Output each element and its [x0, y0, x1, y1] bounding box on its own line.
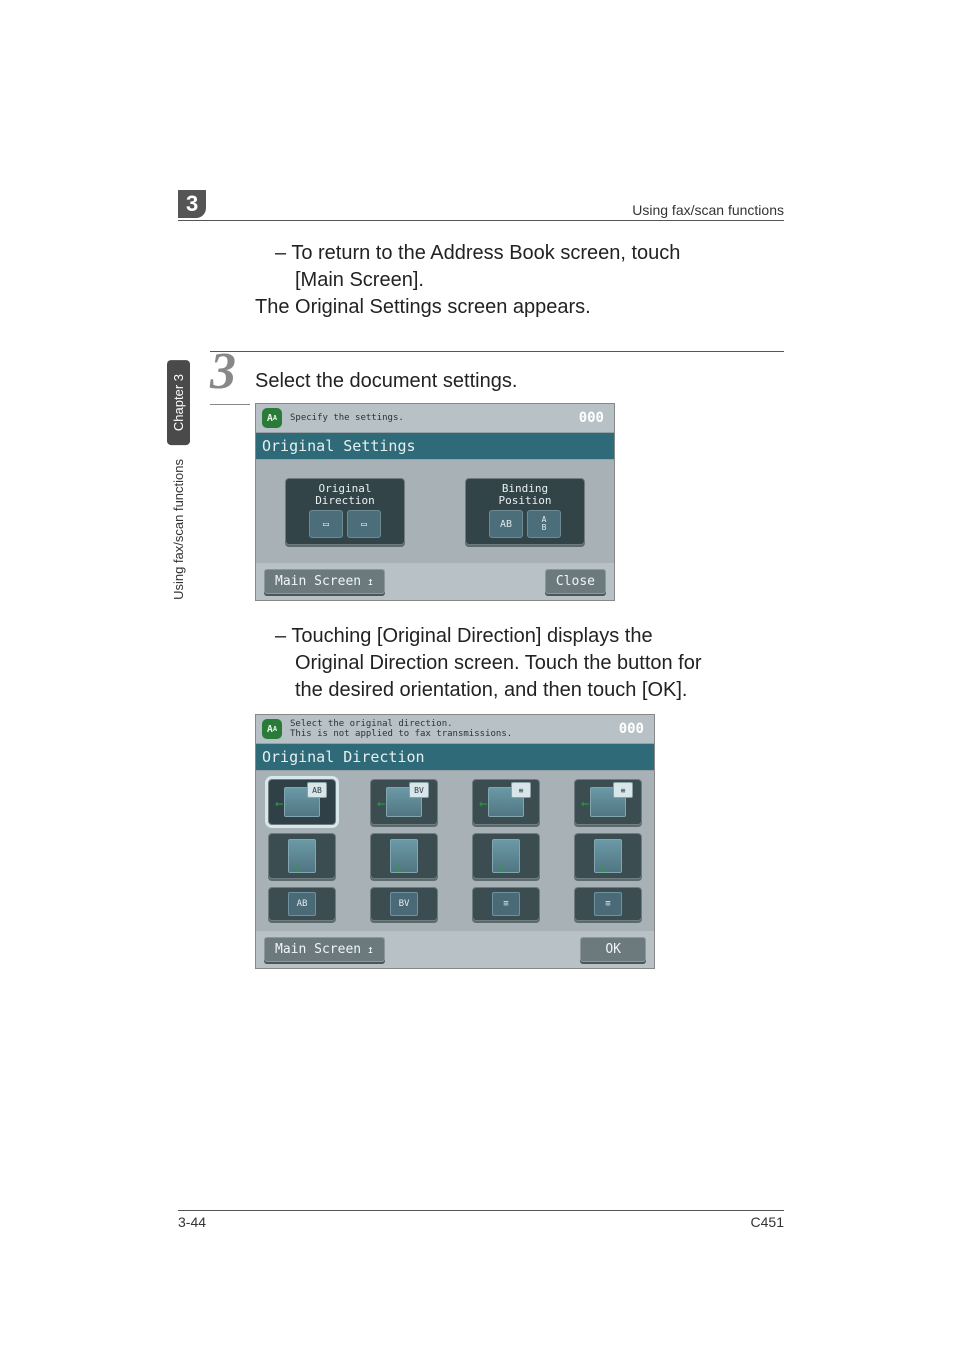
main-screen-button[interactable]: Main Screen ↥ — [264, 569, 385, 594]
separator — [210, 351, 784, 352]
main-screen-label: Main Screen — [275, 574, 361, 589]
mid-text: – Touching [Original Direction] displays… — [255, 623, 784, 704]
intro-bullet-line2: [Main Screen]. — [255, 267, 784, 294]
binding-position-button[interactable]: Binding Position AB A B — [465, 478, 585, 545]
arrow-left-icon: ← — [479, 796, 487, 812]
panel2-hint-line2: This is not applied to fax transmissions… — [290, 729, 512, 739]
side-tab-title: Using fax/scan functions — [171, 445, 186, 614]
intro-bullet-line1: – To return to the Address Book screen, … — [255, 240, 784, 267]
orientation-icon: ← ≡ — [590, 787, 626, 817]
direction-row-3: AB BV ≡ ≡ — [268, 887, 642, 921]
orientation-icon: ↓ — [594, 839, 622, 873]
direction-option-4[interactable]: ← ≡ — [574, 779, 642, 825]
direction-option-5[interactable]: ↓ — [268, 833, 336, 879]
badge-bv: BV — [409, 782, 429, 798]
direction-option-8[interactable]: ↓ — [574, 833, 642, 879]
direction-option-6[interactable]: ↓ — [370, 833, 438, 879]
enlarge-icon[interactable]: AA — [262, 719, 282, 739]
arrow-down-icon: ↓ — [395, 860, 403, 876]
tiny-rotated-icon: ≡ — [594, 892, 622, 916]
panel1-topbar: AA Specify the settings. 000 — [256, 404, 614, 432]
panel2-title: Original Direction — [256, 743, 654, 771]
original-direction-panel: AA Select the original direction. This i… — [255, 714, 655, 969]
binding-ab-icon: AB — [489, 510, 523, 538]
panel1-body: Original Direction ▭ ▭ Binding Position … — [256, 460, 614, 563]
step-heading: Select the document settings. — [255, 370, 784, 393]
panel2-body: ← AB ← BV ← ≡ — [256, 771, 654, 931]
chapter-number: 3 — [178, 190, 206, 218]
tiny-bv-icon: BV — [390, 892, 418, 916]
close-button[interactable]: Close — [545, 569, 606, 594]
panel1-footer: Main Screen ↥ Close — [256, 563, 614, 600]
orientation-icon: ↓ — [288, 839, 316, 873]
footer-right: C451 — [751, 1214, 784, 1230]
mid-line2: Original Direction screen. Touch the but… — [255, 650, 784, 677]
panel2-footer: Main Screen ↥ OK — [256, 931, 654, 968]
opt2-icons: AB A B — [470, 510, 580, 538]
footer-left: 3-44 — [178, 1214, 206, 1230]
enlarge-icon[interactable]: AA — [262, 408, 282, 428]
side-tab: Chapter 3 Using fax/scan functions — [158, 360, 198, 614]
arrow-down-icon: ↓ — [293, 860, 301, 876]
opt2-label-line2: Position — [470, 495, 580, 507]
doc-portrait-icon: ▭ — [309, 510, 343, 538]
main-screen-label: Main Screen — [275, 942, 361, 957]
intro-result-line: The Original Settings screen appears. — [255, 294, 784, 321]
direction-option-10[interactable]: BV — [370, 887, 438, 921]
orientation-icon: ← BV — [386, 787, 422, 817]
orientation-icon: ← AB — [284, 787, 320, 817]
step-number: 3 — [210, 346, 250, 405]
doc-landscape-icon: ▭ — [347, 510, 381, 538]
arrow-left-icon: ← — [581, 796, 589, 812]
badge-ab: AB — [307, 782, 327, 798]
intro-text: – To return to the Address Book screen, … — [255, 240, 784, 321]
mid-line3: the desired orientation, and then touch … — [255, 677, 784, 704]
badge-rotated-icon: ≡ — [613, 782, 633, 798]
direction-row-2: ↓ ↓ ↓ ↓ — [268, 833, 642, 879]
page-header: 3 Using fax/scan functions — [178, 190, 784, 221]
panel1-title: Original Settings — [256, 432, 614, 460]
mid-line1: – Touching [Original Direction] displays… — [255, 623, 784, 650]
direction-option-9[interactable]: AB — [268, 887, 336, 921]
header-title: Using fax/scan functions — [632, 202, 784, 218]
direction-row-1: ← AB ← BV ← ≡ — [268, 779, 642, 825]
arrow-left-icon: ← — [377, 796, 385, 812]
arrow-down-icon: ↓ — [599, 860, 607, 876]
panel2-counter: 000 — [619, 721, 648, 737]
panel1-counter: 000 — [579, 410, 608, 426]
direction-option-11[interactable]: ≡ — [472, 887, 540, 921]
original-settings-panel: AA Specify the settings. 000 Original Se… — [255, 403, 615, 601]
arrow-down-icon: ↓ — [497, 860, 505, 876]
opt1-icons: ▭ ▭ — [290, 510, 400, 538]
tiny-rotated-icon: ≡ — [492, 892, 520, 916]
arrow-left-icon: ← — [275, 796, 283, 812]
panel2-hint-line1: Select the original direction. — [290, 719, 453, 729]
main-screen-button[interactable]: Main Screen ↥ — [264, 937, 385, 962]
direction-option-3[interactable]: ← ≡ — [472, 779, 540, 825]
orientation-icon: ↓ — [492, 839, 520, 873]
panel1-hint: Specify the settings. — [290, 413, 571, 423]
opt1-label-line1: Original — [290, 483, 400, 495]
ok-button[interactable]: OK — [580, 937, 646, 962]
tiny-ab-icon: AB — [288, 892, 316, 916]
original-direction-button[interactable]: Original Direction ▭ ▭ — [285, 478, 405, 545]
direction-option-1[interactable]: ← AB — [268, 779, 336, 825]
orientation-icon: ← ≡ — [488, 787, 524, 817]
orientation-icon: ↓ — [390, 839, 418, 873]
opt2-label-line1: Binding — [470, 483, 580, 495]
panel2-topbar: AA Select the original direction. This i… — [256, 715, 654, 743]
direction-option-12[interactable]: ≡ — [574, 887, 642, 921]
badge-rotated-icon: ≡ — [511, 782, 531, 798]
page-footer: 3-44 C451 — [178, 1210, 784, 1230]
opt1-label-line2: Direction — [290, 495, 400, 507]
up-arrow-icon: ↥ — [367, 575, 374, 588]
binding-ab-stack-icon: A B — [527, 510, 561, 538]
direction-option-7[interactable]: ↓ — [472, 833, 540, 879]
direction-option-2[interactable]: ← BV — [370, 779, 438, 825]
up-arrow-icon: ↥ — [367, 943, 374, 956]
panel2-hint: Select the original direction. This is n… — [290, 719, 611, 739]
side-tab-chapter: Chapter 3 — [167, 360, 190, 445]
